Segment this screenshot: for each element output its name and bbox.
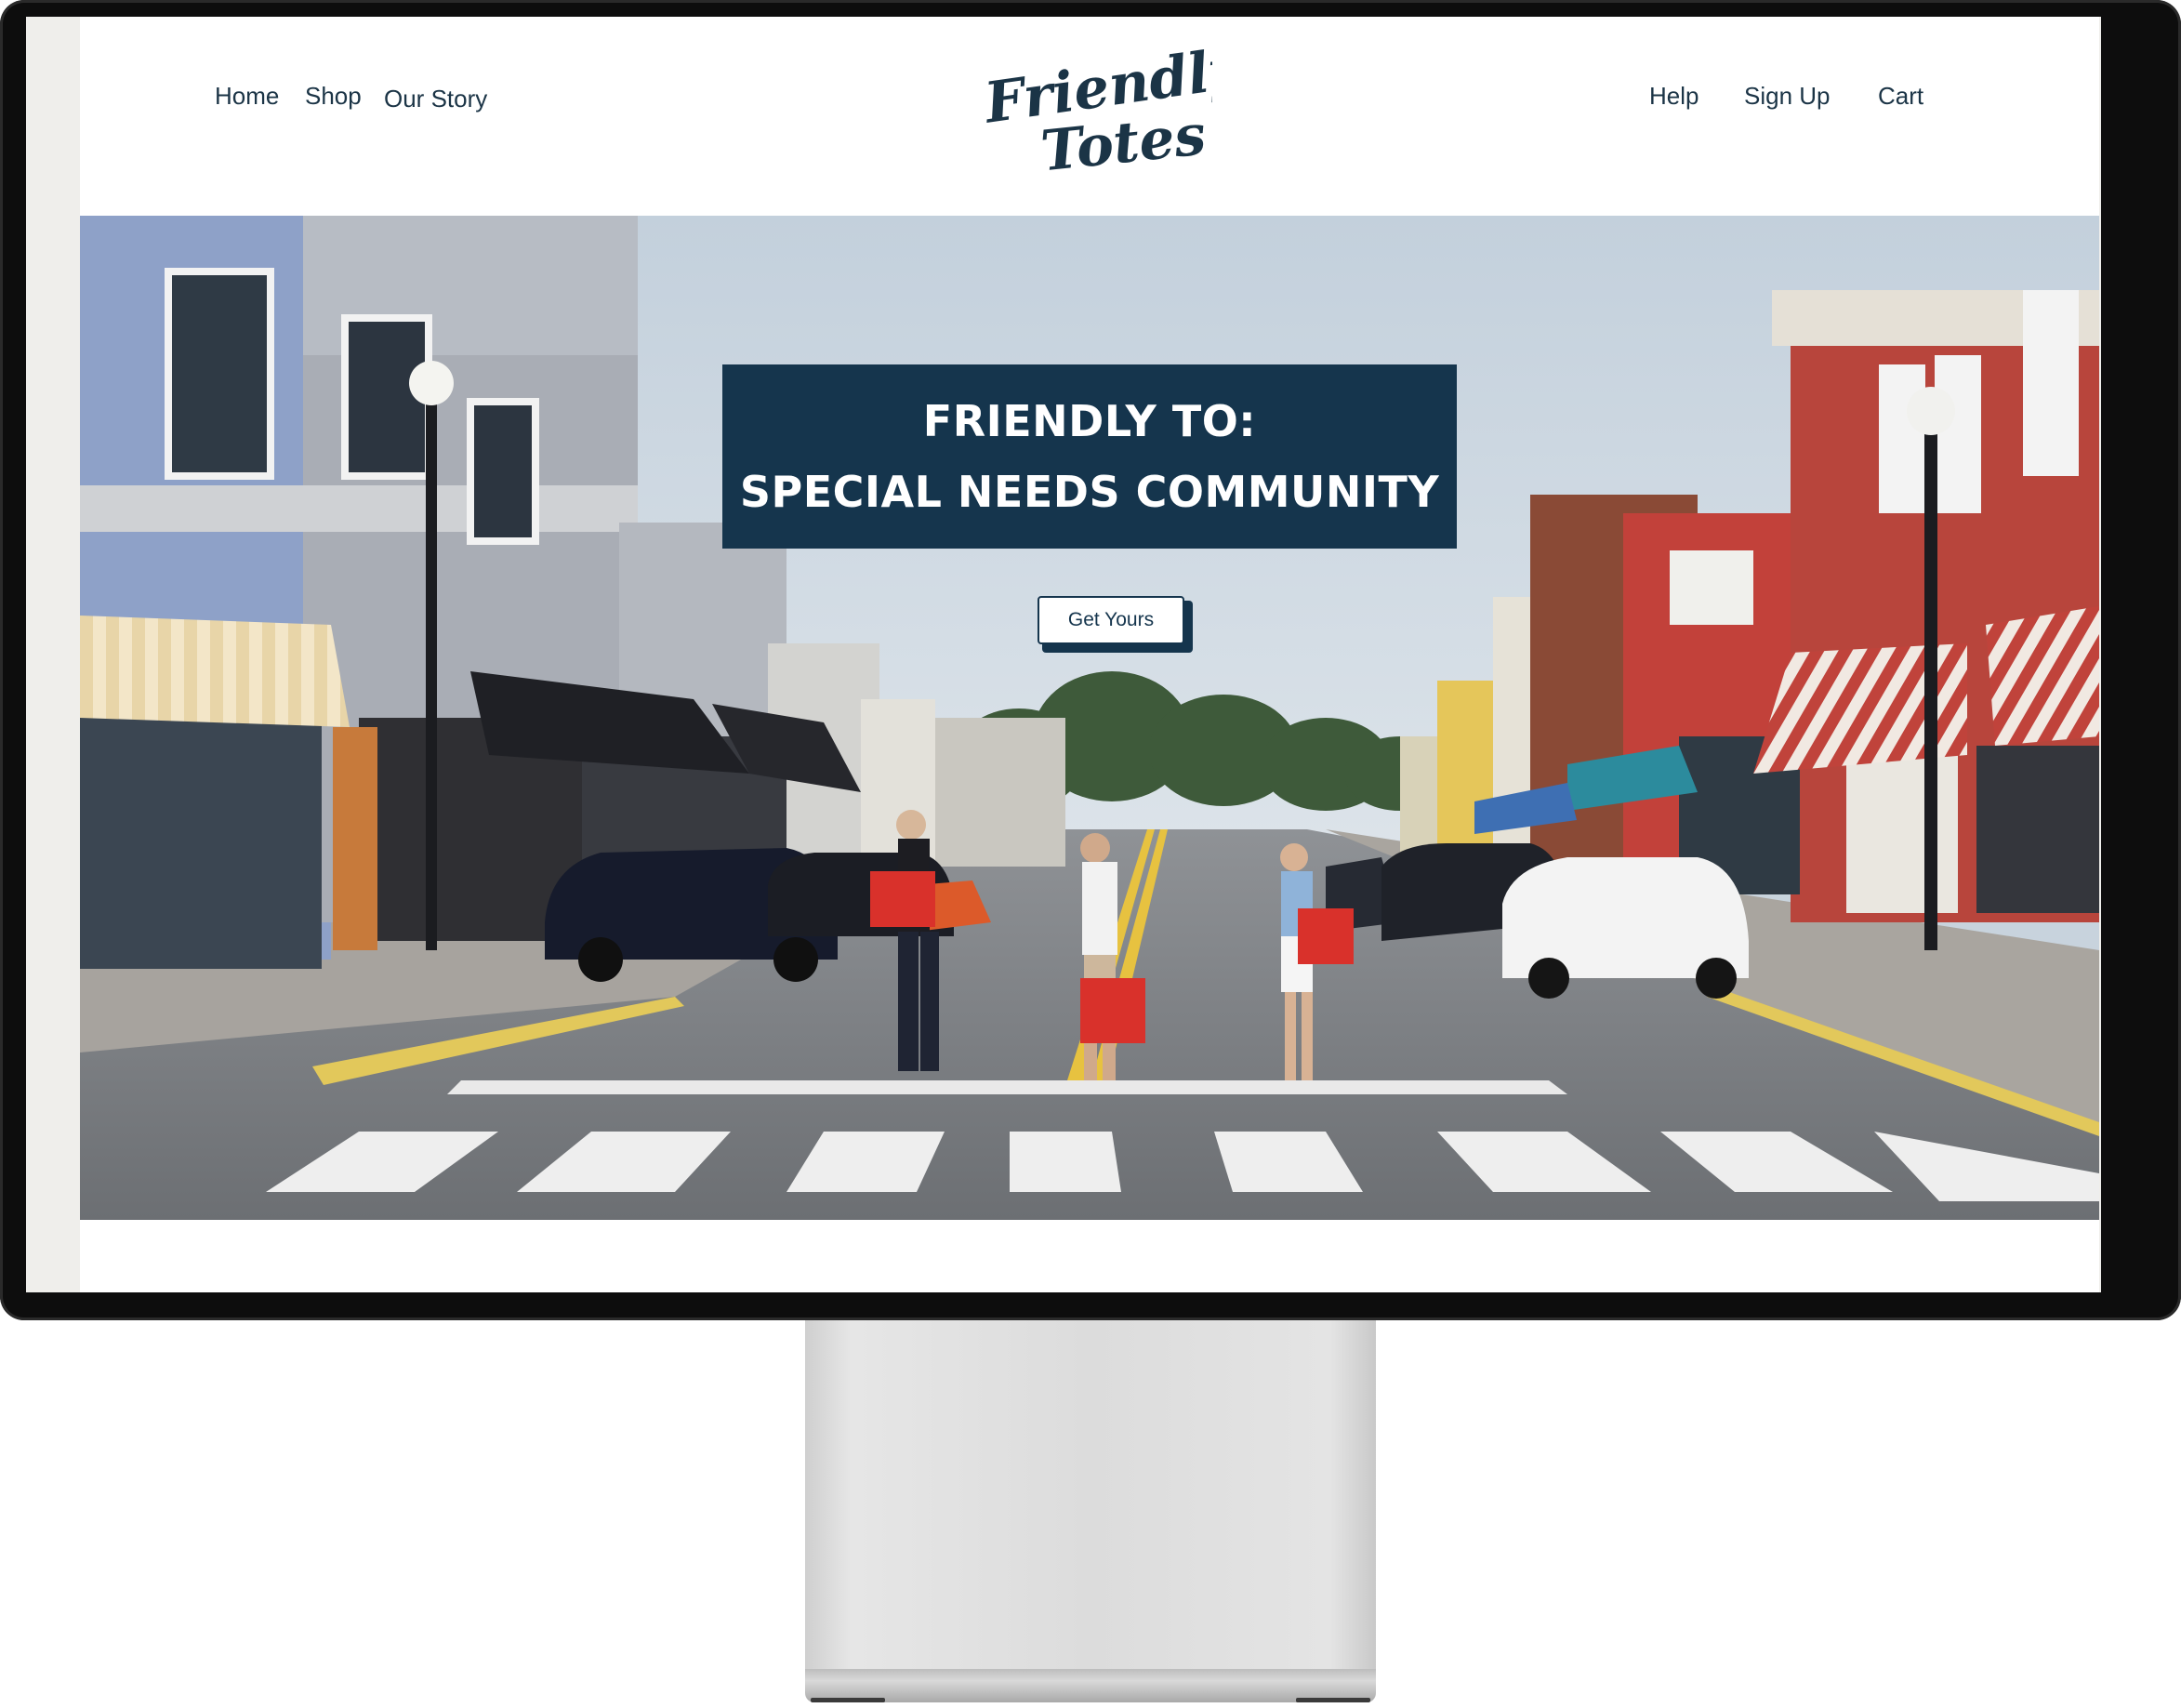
hero-banner: FRIENDLY TO: SPECIAL NEEDS COMMUNITY Get… [80,216,2099,1220]
stand-foot-right [1296,1698,1370,1702]
nav-shop-link[interactable]: Shop [305,82,362,111]
red-tote-bag [1298,908,1354,964]
hero-headline-box: FRIENDLY TO: SPECIAL NEEDS COMMUNITY [722,364,1457,549]
red-tote-bag [1080,978,1145,1043]
monitor-frame: Home Shop Our Story Friendly Totes Help … [0,0,2181,1320]
nav-home-link[interactable]: Home [215,82,279,111]
monitor-stand [805,1320,1376,1672]
stand-foot-left [811,1698,885,1702]
nav-sign-up-link[interactable]: Sign Up [1744,82,1831,111]
hero-headline-line-1: FRIENDLY TO: [922,396,1257,446]
screen: Home Shop Our Story Friendly Totes Help … [26,17,2101,1292]
nav-cart-link[interactable]: Cart [1878,82,1923,111]
friendly-totes-logo[interactable]: Friendly Totes [971,41,1212,180]
nav-help-link[interactable]: Help [1649,82,1699,111]
monitor-stand-base [805,1669,1376,1702]
top-navigation: Home Shop Our Story Friendly Totes Help … [80,17,2099,216]
get-yours-button[interactable]: Get Yours [1038,596,1184,644]
red-tote-bag [870,871,935,927]
hero-headline-line-2: SPECIAL NEEDS COMMUNITY [739,467,1440,517]
website: Home Shop Our Story Friendly Totes Help … [80,17,2099,1292]
nav-our-story-link[interactable]: Our Story [384,85,487,113]
